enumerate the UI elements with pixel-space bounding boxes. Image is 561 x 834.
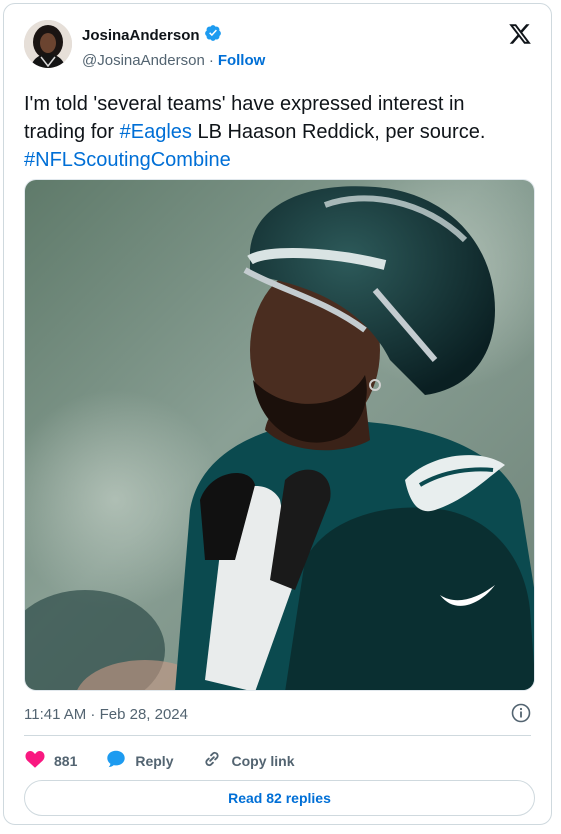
verified-badge-icon (204, 24, 222, 47)
info-icon[interactable] (511, 703, 531, 723)
read-replies-button[interactable]: Read 82 replies (24, 780, 535, 816)
tweet-photo[interactable] (24, 179, 535, 691)
reply-button[interactable]: Reply (105, 748, 173, 773)
reply-label: Reply (135, 752, 174, 769)
like-button[interactable]: 881 (24, 748, 77, 773)
hashtag-nfl-scouting-combine[interactable]: #NFLScoutingCombine (24, 149, 231, 171)
tweet-text-part2: LB Haason Reddick, per source. (191, 121, 486, 143)
divider (24, 735, 531, 736)
action-bar: 881 Reply Copy link (24, 748, 323, 773)
follow-button[interactable]: Follow (218, 52, 266, 69)
tweet-card: JosinaAnderson @JosinaAnderson · Follow … (3, 3, 552, 825)
link-icon (201, 748, 223, 773)
reply-bubble-icon (105, 748, 127, 773)
tweet-text: I'm told 'several teams' have expressed … (24, 90, 529, 174)
author-name[interactable]: JosinaAnderson (82, 27, 200, 44)
copy-link-button[interactable]: Copy link (201, 748, 295, 773)
avatar[interactable] (24, 20, 72, 68)
tweet-timestamp[interactable]: 11:41 AM · Feb 28, 2024 (24, 706, 188, 723)
hashtag-eagles[interactable]: #Eagles (120, 121, 192, 143)
like-count: 881 (54, 752, 78, 769)
handle-separator: · (208, 52, 214, 69)
x-logo-icon[interactable] (508, 22, 532, 46)
copy-link-label: Copy link (231, 752, 295, 769)
heart-icon (24, 748, 46, 773)
author-handle[interactable]: @JosinaAnderson (82, 52, 205, 69)
